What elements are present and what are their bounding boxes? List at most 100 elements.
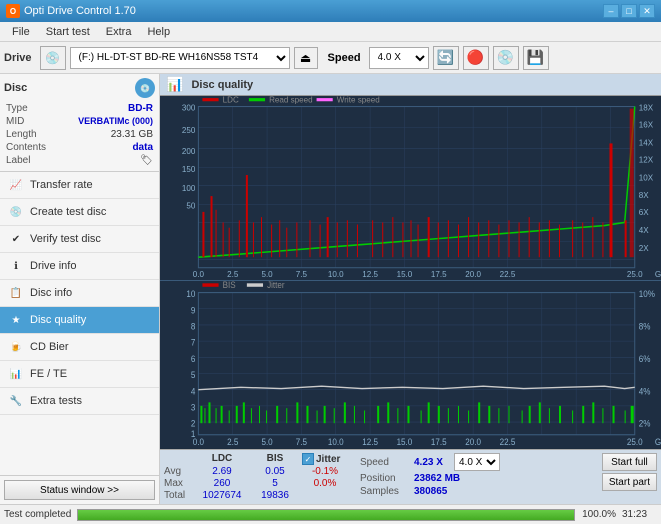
nav-cd-bier-label: CD Bier (30, 341, 69, 353)
svg-text:4: 4 (191, 386, 196, 397)
svg-text:15.0: 15.0 (397, 437, 413, 448)
nav-extra-tests[interactable]: 🔧 Extra tests (0, 388, 159, 415)
stats-avg-label: Avg (164, 466, 192, 477)
chart-title: Disc quality (191, 79, 253, 91)
stats-max-bis: 5 (252, 478, 298, 489)
toolbar: Drive 💿 (F:) HL-DT-ST BD-RE WH16NS58 TST… (0, 42, 661, 74)
nav-disc-quality[interactable]: ★ Disc quality (0, 307, 159, 334)
disc-label-row: Label 🏷 (4, 154, 155, 167)
drive-info-icon: ℹ (8, 258, 24, 274)
progress-percent: 100.0% (581, 509, 616, 520)
svg-text:7.5: 7.5 (296, 437, 307, 448)
close-button[interactable]: ✕ (639, 4, 655, 18)
stats-max-label: Max (164, 478, 192, 489)
svg-text:8X: 8X (639, 191, 649, 200)
menu-file[interactable]: File (4, 24, 38, 40)
svg-text:16X: 16X (639, 120, 654, 129)
disc-contents-label: Contents (6, 142, 46, 153)
menu-extra[interactable]: Extra (98, 24, 140, 40)
disc-mid-label: MID (6, 116, 24, 127)
svg-text:10.0: 10.0 (328, 270, 344, 279)
menu-help[interactable]: Help (139, 24, 178, 40)
nav-verify-test-disc[interactable]: ✔ Verify test disc (0, 226, 159, 253)
svg-text:6X: 6X (639, 208, 649, 217)
title-bar: O Opti Drive Control 1.70 – □ ✕ (0, 0, 661, 22)
svg-text:15.0: 15.0 (397, 270, 413, 279)
nav-transfer-rate[interactable]: 📈 Transfer rate (0, 172, 159, 199)
disc-length-label: Length (6, 129, 37, 140)
progress-area: Test completed 100.0% 31:23 (0, 504, 661, 524)
svg-text:8: 8 (191, 321, 196, 332)
svg-text:7: 7 (191, 338, 196, 349)
refresh-button[interactable]: 🔄 (433, 46, 459, 70)
nav-fe-te[interactable]: 📊 FE / TE (0, 361, 159, 388)
disc-contents-row: Contents data (4, 141, 155, 154)
right-panel: 📊 Disc quality (160, 74, 661, 504)
nav-drive-info[interactable]: ℹ Drive info (0, 253, 159, 280)
save-button[interactable]: 💾 (523, 46, 549, 70)
samples-label: Samples (360, 486, 410, 497)
maximize-button[interactable]: □ (621, 4, 637, 18)
app-icon: O (6, 4, 20, 18)
menu-start-test[interactable]: Start test (38, 24, 98, 40)
svg-text:GB: GB (655, 437, 661, 448)
svg-text:17.5: 17.5 (431, 270, 447, 279)
svg-text:4X: 4X (639, 226, 649, 235)
lower-chart: 10 9 8 7 6 5 4 3 2 1 10% 8% 6% 4% 2 (160, 280, 661, 449)
speed-position-section: Speed 4.23 X 4.0 X Max Position 23862 MB… (360, 453, 500, 501)
drive-select[interactable]: (F:) HL-DT-ST BD-RE WH16NS58 TST4 (70, 47, 290, 69)
stats-max-jitter: 0.0% (302, 478, 348, 489)
stats-avg-ldc: 2.69 (196, 466, 248, 477)
svg-text:22.5: 22.5 (500, 270, 516, 279)
svg-text:0.0: 0.0 (193, 270, 205, 279)
menu-bar: File Start test Extra Help (0, 22, 661, 42)
window-controls: – □ ✕ (603, 4, 655, 18)
nav-create-test-disc[interactable]: 💿 Create test disc (0, 199, 159, 226)
svg-text:2: 2 (191, 419, 196, 430)
status-text: Test completed (4, 509, 71, 520)
disc-button[interactable]: 💿 (493, 46, 519, 70)
speed-select-stats[interactable]: 4.0 X Max (454, 453, 500, 471)
svg-text:4%: 4% (639, 386, 651, 397)
speed-label: Speed (360, 457, 410, 468)
svg-text:6%: 6% (639, 354, 651, 365)
start-full-button[interactable]: Start full (602, 453, 657, 471)
svg-text:25.0: 25.0 (627, 270, 643, 279)
nav-disc-info[interactable]: 📋 Disc info (0, 280, 159, 307)
svg-text:12.5: 12.5 (362, 437, 378, 448)
app-title: Opti Drive Control 1.70 (24, 5, 136, 17)
burn-button[interactable]: 🔴 (463, 46, 489, 70)
jitter-checkbox[interactable]: ✓ (302, 453, 314, 465)
disc-length-row: Length 23.31 GB (4, 128, 155, 141)
position-label: Position (360, 473, 410, 484)
stats-empty (164, 453, 192, 465)
nav-cd-bier[interactable]: 🍺 CD Bier (0, 334, 159, 361)
status-area: Status window >> (0, 475, 159, 504)
nav-extra-tests-label: Extra tests (30, 395, 82, 407)
stats-bis-header: BIS (252, 453, 298, 465)
stats-total-ldc: 1027674 (196, 490, 248, 501)
svg-text:50: 50 (186, 202, 195, 211)
samples-value: 380865 (414, 486, 447, 497)
speed-select[interactable]: 4.0 X Max 1.0 X 2.0 X 6.0 X 8.0 X (369, 47, 429, 69)
chart-header: 📊 Disc quality (160, 74, 661, 96)
disc-quality-icon: ★ (8, 312, 24, 328)
start-part-button[interactable]: Start part (602, 473, 657, 491)
disc-length-value: 23.31 GB (111, 129, 153, 140)
stats-total-bis: 19836 (252, 490, 298, 501)
svg-text:22.5: 22.5 (500, 437, 516, 448)
status-window-button[interactable]: Status window >> (4, 480, 155, 500)
drive-label: Drive (4, 52, 32, 64)
eject-button[interactable]: ⏏ (294, 47, 318, 69)
svg-text:18X: 18X (639, 104, 654, 113)
stats-ldc-header: LDC (196, 453, 248, 465)
stats-table: LDC BIS ✓ Jitter Avg 2.69 0.05 -0.1% Max… (164, 453, 348, 501)
svg-text:10%: 10% (639, 289, 655, 300)
disc-mid-value: VERBATIMc (000) (78, 116, 153, 127)
disc-label-value: 🏷 (140, 155, 153, 166)
disc-info-icon: 📋 (8, 285, 24, 301)
svg-text:10X: 10X (639, 173, 654, 182)
minimize-button[interactable]: – (603, 4, 619, 18)
svg-text:10: 10 (186, 289, 195, 300)
svg-text:2X: 2X (639, 244, 649, 253)
